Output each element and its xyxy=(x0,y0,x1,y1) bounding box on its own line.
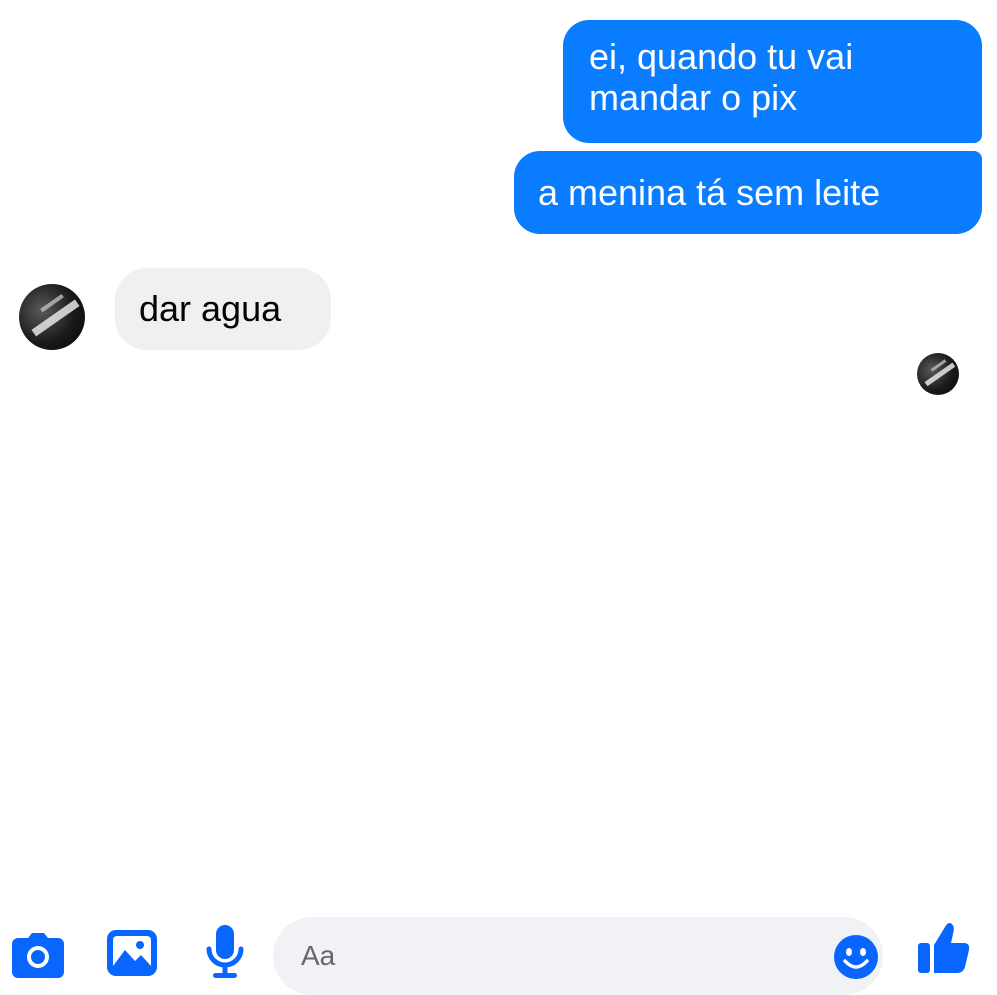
seen-indicator-avatar xyxy=(917,353,959,395)
outgoing-message[interactable]: ei, quando tu vai mandar o pix xyxy=(563,20,982,143)
outgoing-message[interactable]: a menina tá sem leite xyxy=(514,151,982,234)
contact-avatar[interactable] xyxy=(19,284,85,350)
message-composer xyxy=(0,455,997,995)
message-thread: ei, quando tu vai mandar o pix a menina … xyxy=(0,0,997,455)
thumbs-up-icon[interactable] xyxy=(918,921,970,975)
camera-icon[interactable] xyxy=(12,932,64,978)
message-input[interactable] xyxy=(273,917,883,995)
image-icon[interactable] xyxy=(107,930,157,976)
incoming-message[interactable]: dar agua xyxy=(115,268,331,350)
microphone-icon[interactable] xyxy=(205,925,245,979)
emoji-icon[interactable] xyxy=(834,935,878,979)
